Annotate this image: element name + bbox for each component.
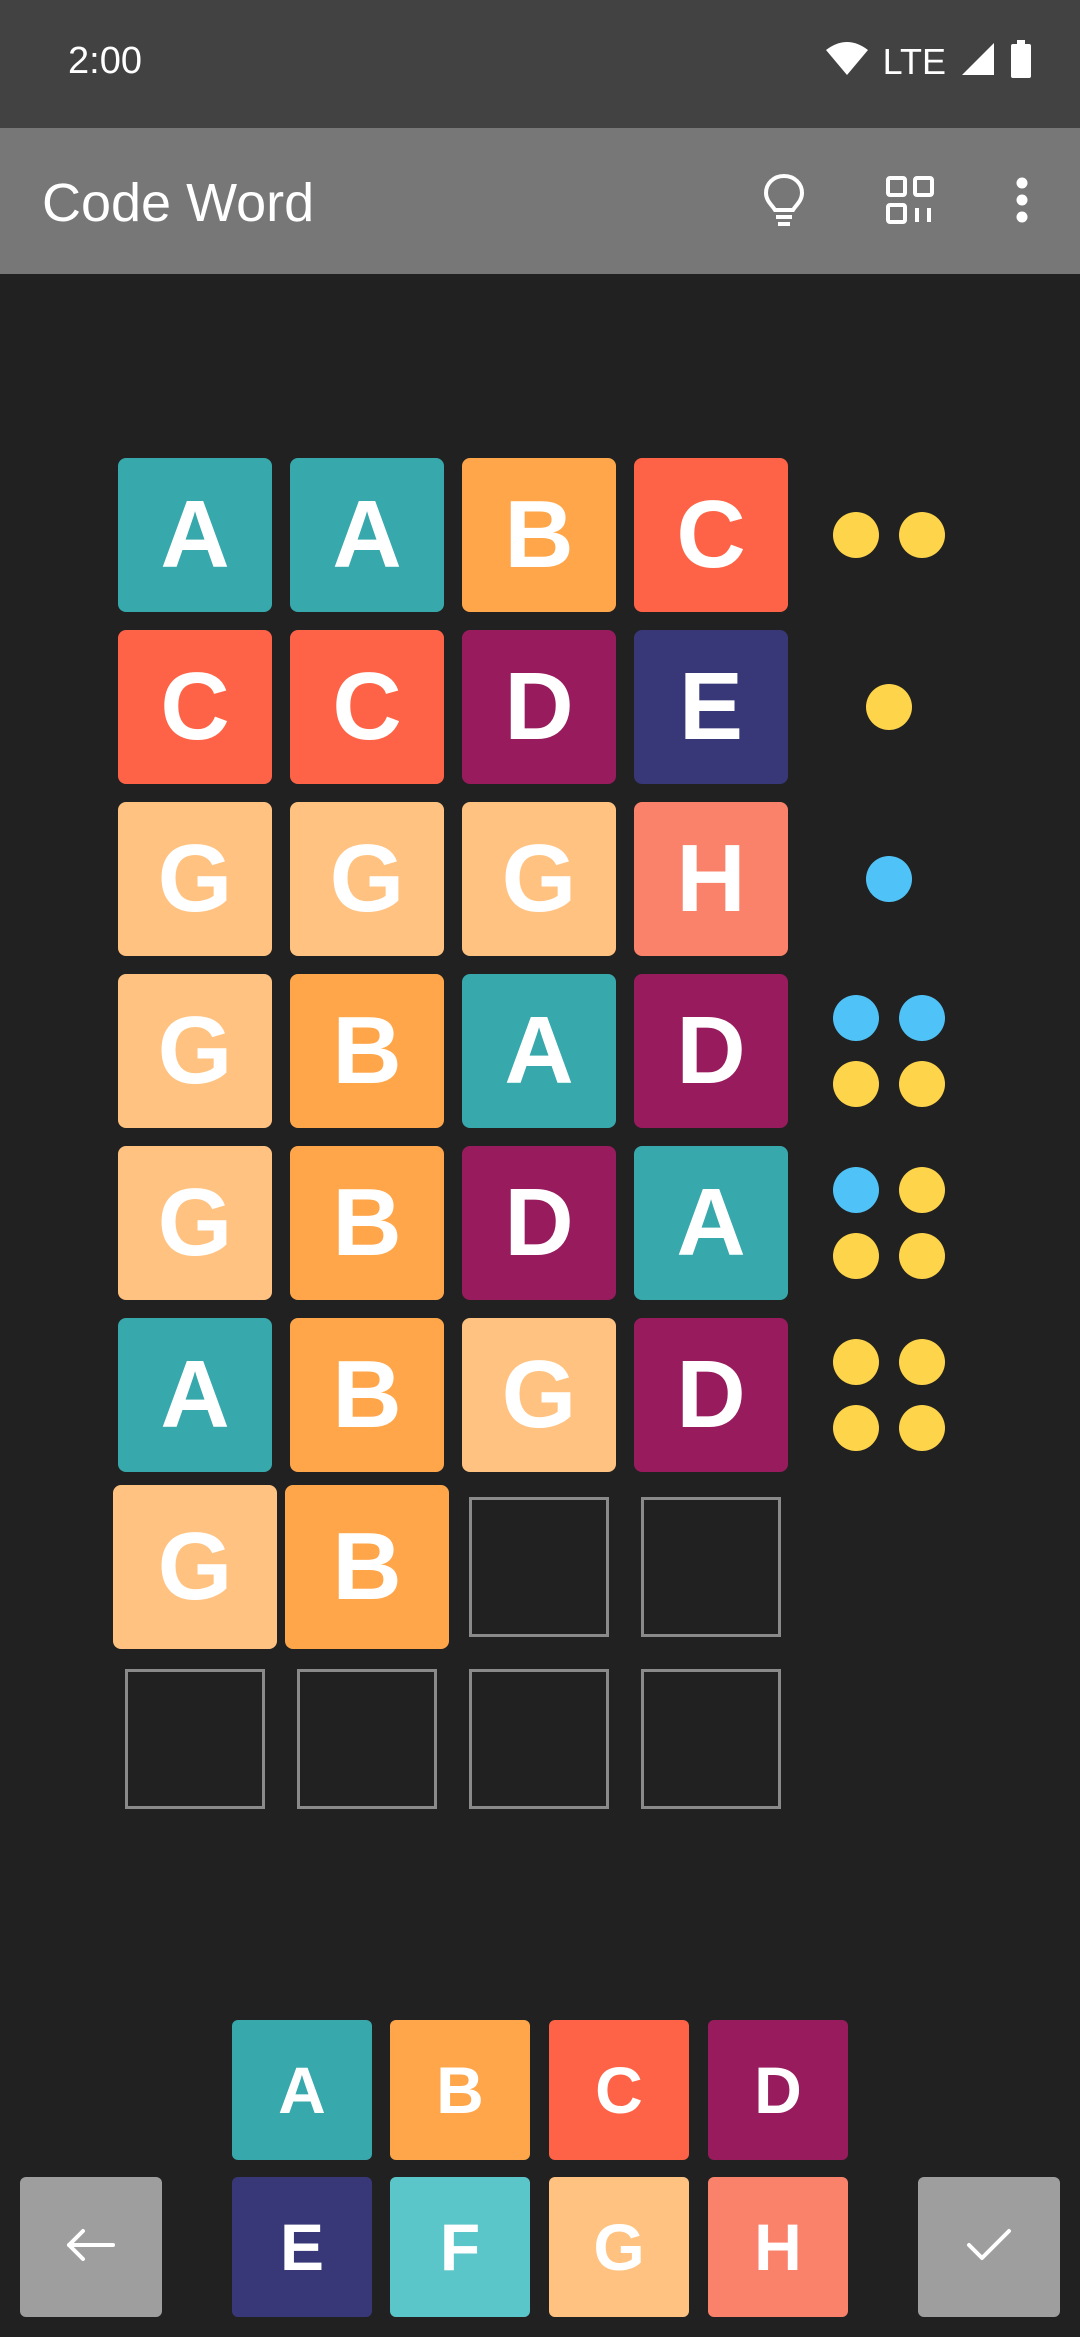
guess-cell: H [634,802,788,956]
status-icons: LTE [825,40,1032,83]
feedback-peg-yellow [833,1061,879,1107]
empty-cell[interactable] [641,1669,781,1809]
guess-cell: B [290,974,444,1128]
empty-cell[interactable] [469,1669,609,1809]
key-g[interactable]: G [549,2177,689,2317]
feedback-peg-yellow [833,1339,879,1385]
feedback-peg-yellow [899,1339,945,1385]
guess-cell: A [118,1318,272,1472]
guess-cell: E [634,630,788,784]
guess-cell: C [118,630,272,784]
lightbulb-icon[interactable] [752,168,816,232]
guess-cell: A [290,458,444,612]
checkmark-icon [965,2227,1013,2268]
guess-cell: A [118,458,272,612]
app-bar: Code Word [0,128,1080,274]
network-type: LTE [882,40,946,82]
status-time: 2:00 [68,40,142,82]
feedback-peg-yellow [899,1061,945,1107]
key-e[interactable]: E [232,2177,372,2317]
feedback-peg-yellow [833,1233,879,1279]
empty-cell[interactable] [297,1669,437,1809]
wifi-icon [825,41,869,82]
guess-cell: G [462,802,616,956]
guess-cell: G [462,1318,616,1472]
guess-cell: D [634,974,788,1128]
guess-cell: B [290,1318,444,1472]
grid-icon[interactable] [878,168,942,232]
guess-cell: D [634,1318,788,1472]
app-title: Code Word [42,173,315,233]
guess-cell: B [462,458,616,612]
empty-cell[interactable] [125,1669,265,1809]
empty-cell[interactable] [469,1497,609,1637]
feedback-peg-blue [833,1167,879,1213]
guess-cell: G [118,974,272,1128]
guess-cell: A [462,974,616,1128]
arrow-left-icon [65,2228,117,2267]
guess-cell: C [634,458,788,612]
more-options-icon[interactable] [990,168,1054,232]
feedback-peg-yellow [899,1167,945,1213]
guess-cell: C [290,630,444,784]
feedback-peg-yellow [899,1233,945,1279]
guess-cell: G [118,1146,272,1300]
submit-button[interactable] [918,2177,1060,2317]
signal-icon [960,41,996,82]
key-a[interactable]: A [232,2020,372,2160]
feedback-peg-blue [866,856,912,902]
feedback-peg-yellow [866,684,912,730]
guess-cell[interactable]: B [285,1485,449,1649]
guess-cell: G [290,802,444,956]
guess-cell: D [462,1146,616,1300]
guess-cell: G [118,802,272,956]
key-d[interactable]: D [708,2020,848,2160]
empty-cell[interactable] [641,1497,781,1637]
key-c[interactable]: C [549,2020,689,2160]
guess-cell[interactable]: G [113,1485,277,1649]
status-bar: 2:00 LTE [0,0,1080,128]
key-f[interactable]: F [390,2177,530,2317]
guess-cell: A [634,1146,788,1300]
feedback-peg-blue [899,995,945,1041]
guess-cell: D [462,630,616,784]
feedback-peg-yellow [899,1405,945,1451]
feedback-peg-yellow [899,512,945,558]
feedback-peg-yellow [833,512,879,558]
feedback-peg-blue [833,995,879,1041]
guess-cell: B [290,1146,444,1300]
key-h[interactable]: H [708,2177,848,2317]
key-b[interactable]: B [390,2020,530,2160]
feedback-peg-yellow [833,1405,879,1451]
battery-icon [1010,40,1032,83]
backspace-button[interactable] [20,2177,162,2317]
